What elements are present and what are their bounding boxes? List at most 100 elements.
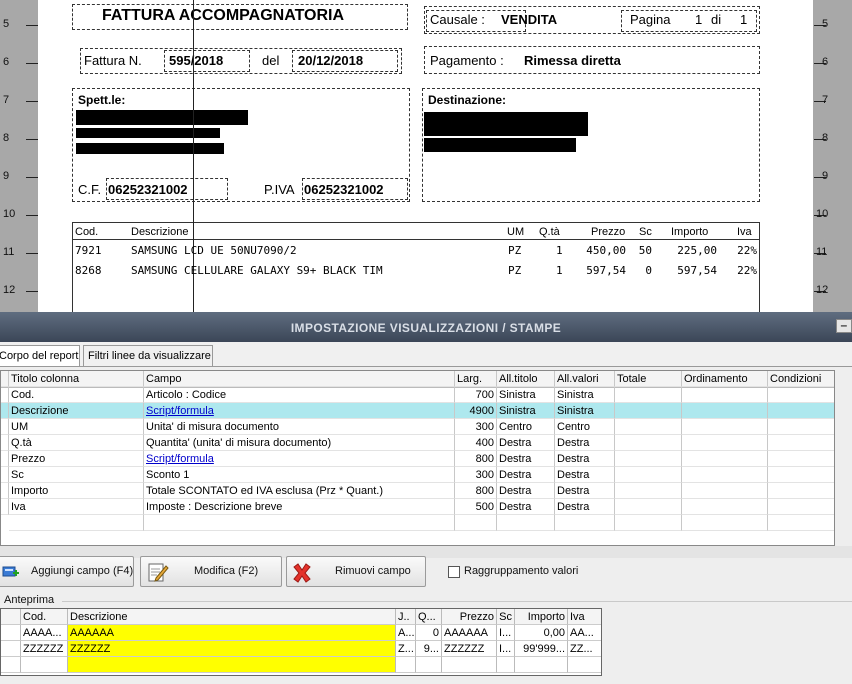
grid-cell-condizioni[interactable] xyxy=(768,403,834,419)
grid-cell-campo[interactable]: Totale SCONTATO ed IVA esclusa (Prz * Qu… xyxy=(144,483,455,499)
preview-cell-qta[interactable]: 9... xyxy=(416,641,442,657)
add-field-button[interactable]: Aggiungi campo (F4) xyxy=(0,556,134,587)
grid-row-indicator[interactable] xyxy=(1,467,9,483)
grid-cell-larg[interactable]: 800 xyxy=(455,483,497,499)
grid-cell-larg[interactable]: 500 xyxy=(455,499,497,515)
grid-cell-totale[interactable] xyxy=(615,451,682,467)
preview-cell-sc[interactable]: I... xyxy=(497,641,515,657)
grid-cell-larg[interactable]: 700 xyxy=(455,387,497,403)
preview-cell-iva[interactable]: ZZ... xyxy=(568,641,601,657)
grid-cell-campo[interactable]: Quantita' (unita' di misura documento) xyxy=(144,435,455,451)
preview-cell-iva[interactable] xyxy=(568,657,601,673)
preview-cell-cod[interactable] xyxy=(21,657,68,673)
preview-cell-prezzo[interactable] xyxy=(442,657,497,673)
preview-cell-qta[interactable] xyxy=(416,657,442,673)
grid-cell-ordinamento[interactable] xyxy=(682,435,768,451)
grid-row[interactable]: Prezzo Script/formula 800 Destra Destra xyxy=(1,451,834,467)
grid-cell-larg[interactable]: 300 xyxy=(455,467,497,483)
grid-cell-campo[interactable]: Unita' di misura documento xyxy=(144,419,455,435)
preview-cell-indicator[interactable] xyxy=(1,625,21,641)
preview-cell-iva[interactable]: AA... xyxy=(568,625,601,641)
preview-row[interactable] xyxy=(1,657,601,673)
grid-cell-ordinamento[interactable] xyxy=(682,403,768,419)
grid-cell-campo[interactable]: Articolo : Codice xyxy=(144,387,455,403)
preview-header-cod[interactable]: Cod. xyxy=(21,609,68,625)
grid-header-titolo[interactable]: Titolo colonna xyxy=(9,371,144,387)
grouping-checkbox[interactable] xyxy=(448,566,460,578)
grid-cell-ordinamento[interactable] xyxy=(682,451,768,467)
grid-cell-ordinamento[interactable] xyxy=(682,483,768,499)
grid-cell-ordinamento[interactable] xyxy=(682,499,768,515)
grid-row-indicator[interactable] xyxy=(1,387,9,403)
grid-cell-titolo[interactable]: Cod. xyxy=(9,387,144,403)
grid-cell-empty[interactable] xyxy=(9,515,144,531)
columns-grid[interactable]: Titolo colonna Campo Larg. All.titolo All.va… xyxy=(0,370,835,546)
grid-cell-all-valori[interactable]: Destra xyxy=(555,435,615,451)
grid-cell-all-titolo[interactable]: Centro xyxy=(497,419,555,435)
grid-cell-all-valori[interactable]: Sinistra xyxy=(555,403,615,419)
grid-cell-condizioni[interactable] xyxy=(768,451,834,467)
preview-header-iva[interactable]: Iva xyxy=(568,609,601,625)
remove-field-button[interactable]: Rimuovi campo xyxy=(286,556,426,587)
grid-cell-campo[interactable]: Script/formula xyxy=(144,403,455,419)
grid-cell-empty[interactable] xyxy=(615,515,682,531)
preview-row[interactable]: ZZZZZZ ZZZZZZ Z... 9... ZZZZZZ I... 99'999... Z… xyxy=(1,641,601,657)
preview-cell-descrizione[interactable] xyxy=(68,657,396,673)
grid-cell-all-valori[interactable]: Destra xyxy=(555,451,615,467)
preview-cell-importo[interactable] xyxy=(515,657,568,673)
grid-cell-all-titolo[interactable]: Destra xyxy=(497,483,555,499)
preview-cell-um[interactable]: Z... xyxy=(396,641,416,657)
grid-cell-titolo[interactable]: Descrizione xyxy=(9,403,144,419)
grid-cell-campo[interactable]: Imposte : Descrizione breve xyxy=(144,499,455,515)
edit-field-button[interactable]: Modifica (F2) xyxy=(140,556,282,587)
grid-row[interactable]: Importo Totale SCONTATO ed IVA esclusa (P… xyxy=(1,483,834,499)
grid-cell-totale[interactable] xyxy=(615,483,682,499)
grid-cell-empty[interactable] xyxy=(497,515,555,531)
grid-row[interactable]: Iva Imposte : Descrizione breve 500 Destra D… xyxy=(1,499,834,515)
grid-cell-titolo[interactable]: Prezzo xyxy=(9,451,144,467)
grid-row[interactable]: Descrizione Script/formula 4900 Sinistra Sin… xyxy=(1,403,834,419)
grid-cell-campo[interactable]: Script/formula xyxy=(144,451,455,467)
preview-grid[interactable]: Cod. Descrizione J.. Q... Prezzo Sc Importo Iva… xyxy=(0,608,602,676)
report-page[interactable]: FATTURA ACCOMPAGNATORIA Causale : VENDIT… xyxy=(38,0,813,312)
preview-header-descrizione[interactable]: Descrizione xyxy=(68,609,396,625)
grid-row[interactable]: UM Unita' di misura documento 300 Centro Cen… xyxy=(1,419,834,435)
preview-header-qta[interactable]: Q... xyxy=(416,609,442,625)
grid-cell-all-titolo[interactable]: Sinistra xyxy=(497,403,555,419)
grid-row-empty[interactable] xyxy=(1,515,834,531)
grid-cell-empty[interactable] xyxy=(455,515,497,531)
grid-cell-larg[interactable]: 4900 xyxy=(455,403,497,419)
grid-row[interactable]: Q.tà Quantita' (unita' di misura document… xyxy=(1,435,834,451)
grid-header-condizioni[interactable]: Condizioni xyxy=(768,371,834,387)
grid-cell-totale[interactable] xyxy=(615,387,682,403)
preview-header-indicator[interactable] xyxy=(1,609,21,625)
grid-cell-condizioni[interactable] xyxy=(768,419,834,435)
preview-cell-indicator[interactable] xyxy=(1,641,21,657)
preview-cell-prezzo[interactable]: ZZZZZZ xyxy=(442,641,497,657)
grid-row-indicator[interactable] xyxy=(1,403,9,419)
grid-cell-empty[interactable] xyxy=(144,515,455,531)
preview-cell-importo[interactable]: 99'999... xyxy=(515,641,568,657)
grid-cell-empty[interactable] xyxy=(768,515,834,531)
grid-cell-condizioni[interactable] xyxy=(768,483,834,499)
preview-cell-cod[interactable]: ZZZZZZ xyxy=(21,641,68,657)
grid-cell-all-titolo[interactable]: Destra xyxy=(497,467,555,483)
grid-cell-totale[interactable] xyxy=(615,419,682,435)
grid-header-totale[interactable]: Totale xyxy=(615,371,682,387)
grid-cell-all-valori[interactable]: Destra xyxy=(555,499,615,515)
preview-header-prezzo[interactable]: Prezzo xyxy=(442,609,497,625)
grid-cell-ordinamento[interactable] xyxy=(682,419,768,435)
grid-cell-all-titolo[interactable]: Destra xyxy=(497,451,555,467)
grid-header-larg[interactable]: Larg. xyxy=(455,371,497,387)
minimize-button[interactable]: – xyxy=(836,319,852,333)
preview-cell-indicator[interactable] xyxy=(1,657,21,673)
grid-row-indicator[interactable] xyxy=(1,435,9,451)
grid-cell-titolo[interactable]: Q.tà xyxy=(9,435,144,451)
grid-cell-larg[interactable]: 300 xyxy=(455,419,497,435)
grid-header-all-valori[interactable]: All.valori xyxy=(555,371,615,387)
grid-cell-titolo[interactable]: Importo xyxy=(9,483,144,499)
tab-filtri-linee[interactable]: Filtri linee da visualizzare xyxy=(83,345,213,366)
grid-cell-condizioni[interactable] xyxy=(768,467,834,483)
preview-cell-prezzo[interactable]: AAAAAA xyxy=(442,625,497,641)
grid-row[interactable]: Cod. Articolo : Codice 700 Sinistra Sinistra xyxy=(1,387,834,403)
